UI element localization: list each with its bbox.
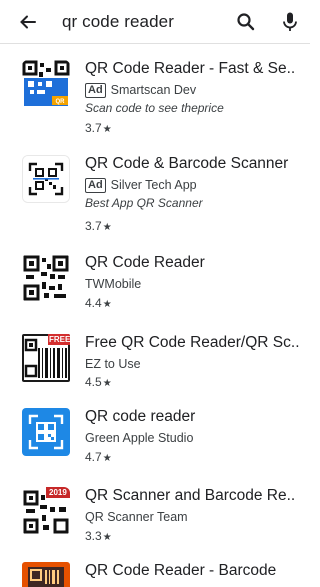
app-icon-qr-code-reader-green-apple[interactable] [22,408,70,456]
developer-line: EZ to Use [85,355,141,373]
rating-value: 4.5 [85,375,102,389]
rating-value: 3.7 [85,121,102,135]
list-item[interactable]: QR code reader Green Apple Studio 4.7★ [0,408,310,486]
app-icon-qr-code-reader[interactable] [22,254,70,302]
app-rating: 3.7★ [85,121,112,135]
list-item[interactable]: 2019 QR Scanner and Barcode Re.. QR Scan… [0,487,310,565]
developer-name: Green Apple Studio [85,431,194,445]
list-item[interactable]: QR QR Code Reader - Fast & Se.. Ad Smart… [0,60,310,138]
app-title[interactable]: QR Code Reader - Barcode [85,562,307,580]
developer-line: Ad Silver Tech App [85,176,197,194]
svg-text:QR: QR [56,99,66,105]
rating-value: 4.4 [85,296,102,310]
developer-name: EZ to Use [85,357,141,371]
star-icon: ★ [102,532,112,543]
star-icon: ★ [102,299,112,310]
ad-badge: Ad [85,177,106,193]
developer-line: TWMobile [85,275,141,293]
star-icon: ★ [102,222,112,233]
app-title[interactable]: Free QR Code Reader/QR Sc.. [85,334,307,352]
app-icon-qr-code-reader-barcode[interactable] [22,562,70,587]
developer-name: Silver Tech App [110,178,197,192]
app-rating: 4.4★ [85,296,112,310]
app-icon-qr-barcode-scanner[interactable] [22,155,70,203]
app-rating: 3.3★ [85,529,112,543]
free-badge: FREE [49,335,70,344]
developer-name: TWMobile [85,277,142,291]
developer-line: Ad Smartscan Dev [85,81,196,99]
app-rating: 4.7★ [85,450,112,464]
list-item[interactable]: QR Code Reader - Barcode [0,562,310,587]
app-tagline: Best App QR Scanner [85,196,203,210]
app-title[interactable]: QR Code Reader [85,254,307,272]
app-rating: 4.5★ [85,375,112,389]
app-title[interactable]: QR code reader [85,408,307,426]
app-title[interactable]: QR Scanner and Barcode Re.. [85,487,307,505]
app-icon-free-qr-code-reader[interactable]: FREE [22,334,70,382]
developer-name: Smartscan Dev [110,83,197,97]
rating-value: 3.3 [85,529,102,543]
arrow-back-icon[interactable] [14,8,42,36]
star-icon: ★ [102,453,112,464]
developer-name: QR Scanner Team [85,510,188,524]
search-bar: qr code reader [0,0,310,44]
developer-line: QR Scanner Team [85,508,188,526]
year-badge: 2019 [49,488,67,497]
developer-line: Green Apple Studio [85,429,193,447]
search-icon[interactable] [232,8,260,36]
rating-value: 4.7 [85,450,102,464]
app-title[interactable]: QR Code Reader - Fast & Se.. [85,60,307,78]
app-rating: 3.7★ [85,219,112,233]
list-item[interactable]: QR Code & Barcode Scanner Ad Silver Tech… [0,155,310,233]
app-title[interactable]: QR Code & Barcode Scanner [85,155,307,173]
star-icon: ★ [102,378,112,389]
ad-badge: Ad [85,82,106,98]
app-tagline: Scan code to see theprice [85,101,224,115]
list-item[interactable]: FREE Free QR Code Reader/QR Sc.. EZ to U… [0,334,310,412]
rating-value: 3.7 [85,219,102,233]
mic-icon[interactable] [276,8,304,36]
app-icon-qr-scanner-barcode[interactable]: 2019 [22,487,70,535]
star-icon: ★ [102,124,112,135]
app-icon-qr-code-reader-fast[interactable]: QR [22,60,70,108]
list-item[interactable]: QR Code Reader TWMobile 4.4★ [0,254,310,332]
search-input[interactable]: qr code reader [62,12,174,32]
